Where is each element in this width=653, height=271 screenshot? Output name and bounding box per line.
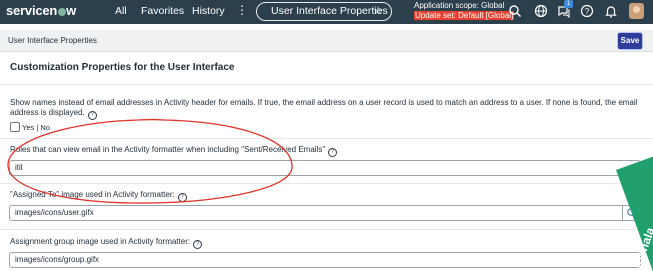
nav-favorites[interactable]: Favorites bbox=[141, 5, 184, 17]
svg-text:?: ? bbox=[585, 7, 590, 16]
property-label-roles: Roles that can view email in the Activit… bbox=[10, 145, 338, 157]
application-scope: Application scope: Global bbox=[414, 1, 505, 10]
search-icon[interactable] bbox=[508, 4, 522, 18]
roles-input[interactable]: itil bbox=[9, 160, 641, 176]
update-set: Update set: Default [Global] bbox=[414, 11, 515, 20]
servicenow-logo[interactable]: servicen w bbox=[6, 3, 76, 18]
section-title: Customization Properties for the User In… bbox=[10, 62, 235, 73]
form-header: User Interface Properties Save bbox=[0, 30, 653, 52]
help-icon[interactable]: ? bbox=[177, 193, 187, 202]
divider bbox=[0, 84, 653, 85]
more-options-icon[interactable]: ⋮ bbox=[236, 3, 248, 17]
nav-history[interactable]: History bbox=[192, 5, 225, 17]
globe-icon[interactable] bbox=[534, 4, 548, 18]
help-icon[interactable]: ? bbox=[328, 148, 338, 157]
yes-no-label: Yes | No bbox=[22, 123, 50, 132]
show-names-checkbox[interactable] bbox=[10, 122, 20, 132]
help-icon[interactable]: ? bbox=[87, 111, 97, 120]
avatar[interactable] bbox=[629, 3, 644, 19]
save-button[interactable]: Save bbox=[617, 32, 643, 50]
help-icon[interactable]: ? bbox=[580, 4, 594, 18]
current-page-pill[interactable]: User Interface Properties ☆ bbox=[256, 2, 392, 21]
property-label-show-names: Show names instead of email addresses in… bbox=[10, 98, 638, 120]
help-icon[interactable]: ? bbox=[193, 240, 203, 249]
divider bbox=[0, 229, 653, 230]
assigned-to-image-input[interactable]: images/icons/user.gifx bbox=[9, 205, 623, 221]
property-label-assigned-to-image: "Assigned To" image used in Activity for… bbox=[10, 190, 187, 202]
current-page-title: User Interface Properties bbox=[271, 5, 388, 17]
favorite-star-icon[interactable]: ☆ bbox=[373, 3, 383, 20]
divider bbox=[0, 183, 653, 184]
header-title: User Interface Properties bbox=[8, 36, 97, 45]
nav-all[interactable]: All bbox=[115, 5, 127, 17]
scope-indicator[interactable]: Application scope: Global Update set: De… bbox=[414, 1, 515, 21]
bell-icon[interactable] bbox=[604, 4, 618, 18]
notification-badge: 1 bbox=[564, 0, 573, 8]
top-nav: servicen w All Favorites History ⋮ User I… bbox=[0, 0, 653, 24]
property-label-assignment-group-image: Assignment group image used in Activity … bbox=[10, 237, 203, 249]
divider bbox=[0, 138, 653, 139]
assignment-group-image-input[interactable]: images/icons/group.gifx bbox=[9, 252, 641, 268]
